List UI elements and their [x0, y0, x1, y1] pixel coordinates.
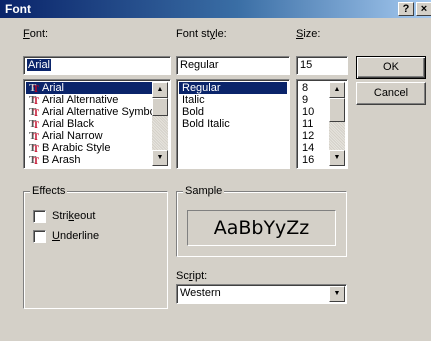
list-item[interactable]: Bold — [179, 106, 287, 118]
font-list-items: TArialTArial AlternativeTArial Alternati… — [26, 82, 152, 166]
list-item-label: 16 — [302, 154, 315, 166]
font-style-list-items: Regular Italic Bold Bold Italic — [179, 82, 287, 166]
list-item-label: 10 — [302, 106, 315, 118]
list-item-label: Arial Alternative — [42, 94, 119, 106]
size-input[interactable]: 15 — [296, 56, 348, 75]
font-style-list[interactable]: Regular Italic Bold Bold Italic — [176, 79, 290, 169]
scroll-thumb[interactable] — [329, 98, 345, 122]
list-item[interactable]: 16 — [299, 154, 329, 166]
list-item[interactable]: Regular — [179, 82, 287, 94]
font-style-value: Regular — [180, 59, 219, 71]
list-item-label: Italic — [182, 94, 205, 106]
list-item-label: Bold Italic — [182, 118, 230, 130]
cancel-button[interactable]: Cancel — [356, 82, 426, 105]
underline-checkbox[interactable] — [33, 230, 46, 243]
list-item[interactable]: 11 — [299, 118, 329, 130]
list-item-label: Arial Narrow — [42, 130, 103, 142]
font-list[interactable]: TArialTArial AlternativeTArial Alternati… — [23, 79, 171, 169]
ok-button[interactable]: OK — [356, 56, 426, 79]
truetype-font-icon: T — [29, 154, 42, 166]
list-item[interactable]: Bold Italic — [179, 118, 287, 130]
strikeout-label[interactable]: Strikeout — [52, 210, 95, 222]
scroll-down-icon[interactable]: ▼ — [329, 150, 345, 166]
list-item[interactable]: TArial Narrow — [26, 130, 152, 143]
list-item-label: 8 — [302, 82, 309, 94]
truetype-font-icon: T — [29, 106, 42, 119]
help-button[interactable]: ? — [398, 2, 414, 16]
window-title: Font — [5, 2, 31, 16]
script-dropdown[interactable]: Western ▼ — [176, 284, 347, 304]
list-item-label: 9 — [302, 94, 309, 106]
sample-text: AaBbYyZz — [213, 217, 310, 239]
list-item[interactable]: 14 — [299, 142, 329, 154]
effects-group: Effects — [23, 185, 168, 309]
list-item-label: 12 — [302, 130, 315, 142]
list-item[interactable]: 10 — [299, 106, 329, 118]
script-label: Script: — [176, 270, 208, 282]
scroll-thumb[interactable] — [152, 98, 168, 116]
size-label: Size: — [296, 28, 321, 40]
font-style-input[interactable]: Regular — [176, 56, 290, 75]
list-item-label: Arial Alternative Symbc — [42, 106, 152, 118]
scroll-up-icon[interactable]: ▲ — [329, 82, 345, 98]
list-item-label: Arial Black — [42, 118, 94, 130]
list-item[interactable]: TArial — [26, 82, 152, 95]
truetype-font-icon: T — [29, 130, 42, 143]
list-item[interactable]: Italic — [179, 94, 287, 106]
sample-title: Sample — [183, 185, 225, 197]
list-item-label: B Arabic Style — [42, 142, 111, 154]
truetype-font-icon: T — [29, 118, 42, 131]
title-bar: Font ? × — [0, 0, 431, 18]
truetype-font-icon: T — [29, 94, 42, 107]
list-item-label: Bold — [182, 106, 205, 118]
font-style-label: Font style: — [176, 28, 227, 40]
list-item-label: 11 — [302, 118, 314, 130]
size-list-items: 8 9 10 11 12 14 16 — [299, 82, 329, 166]
list-item[interactable]: TB Arabic Style — [26, 142, 152, 155]
font-list-scrollbar[interactable]: ▲ ▼ — [152, 82, 168, 166]
list-item[interactable]: 12 — [299, 130, 329, 142]
chevron-down-icon[interactable]: ▼ — [329, 286, 345, 302]
list-item-label: Arial — [42, 82, 65, 94]
list-item[interactable]: TArial Alternative — [26, 94, 152, 107]
list-item[interactable]: 8 — [299, 82, 329, 94]
font-name-value: Arial — [27, 59, 52, 71]
sample-preview: AaBbYyZz — [187, 210, 336, 246]
truetype-font-icon: T — [29, 82, 42, 95]
list-item-label: 14 — [302, 142, 315, 154]
list-item[interactable]: TArial Black — [26, 118, 152, 131]
size-list-scrollbar[interactable]: ▲ ▼ — [329, 82, 345, 166]
scroll-down-icon[interactable]: ▼ — [152, 150, 168, 166]
underline-label[interactable]: Underline — [52, 230, 99, 242]
size-value: 15 — [300, 59, 313, 71]
font-label: Font: — [23, 28, 49, 40]
list-item[interactable]: TArial Alternative Symbc — [26, 106, 152, 119]
list-item-label: Regular — [182, 82, 221, 94]
font-name-input[interactable]: Arial — [23, 56, 171, 75]
script-value: Western — [180, 287, 221, 299]
scroll-up-icon[interactable]: ▲ — [152, 82, 168, 98]
strikeout-checkbox[interactable] — [33, 210, 46, 223]
list-item[interactable]: 9 — [299, 94, 329, 106]
size-list[interactable]: 8 9 10 11 12 14 16 ▲ ▼ — [296, 79, 348, 169]
list-item-label: B Arash — [42, 154, 81, 166]
close-button[interactable]: × — [416, 2, 431, 16]
truetype-font-icon: T — [29, 142, 42, 155]
effects-title: Effects — [30, 185, 68, 197]
list-item[interactable]: TB Arash — [26, 154, 152, 166]
